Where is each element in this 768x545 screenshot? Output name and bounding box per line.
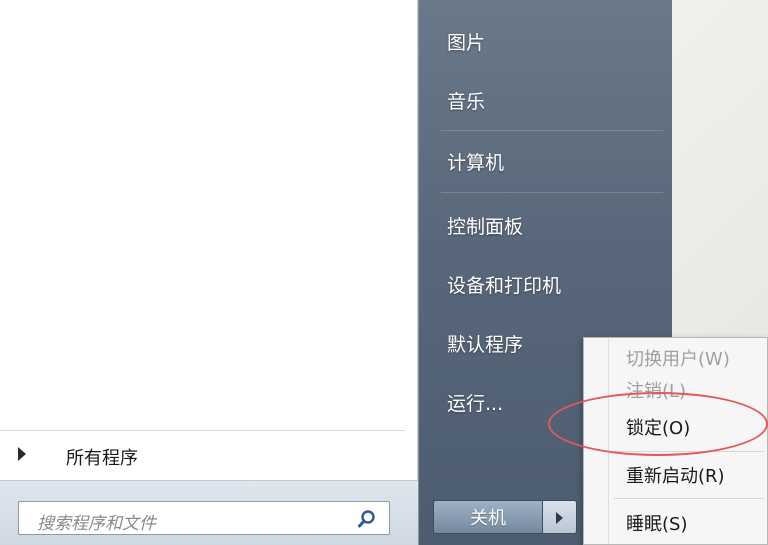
menu-item-pictures[interactable]: 图片 <box>447 28 485 55</box>
search-input[interactable]: 搜索程序和文件 <box>18 501 390 535</box>
menu-separator <box>441 130 663 131</box>
menu-item-computer[interactable]: 计算机 <box>447 148 504 175</box>
all-programs-button[interactable]: 所有程序 <box>0 430 405 478</box>
power-submenu: 切换用户(W) 注销(L) 锁定(O) 重新启动(R) 睡眠(S) <box>583 337 768 545</box>
shutdown-label: 关机 <box>470 508 506 529</box>
chevron-right-icon <box>556 512 563 524</box>
submenu-item-switch-user[interactable]: 切换用户(W) <box>626 345 730 371</box>
shutdown-options-button[interactable] <box>543 500 577 534</box>
all-programs-label: 所有程序 <box>66 448 138 469</box>
magnifier-icon[interactable] <box>357 509 377 529</box>
search-band: 搜索程序和文件 <box>0 480 418 545</box>
start-menu-programs-pane: 所有程序 搜索程序和文件 <box>0 0 418 545</box>
menu-item-run[interactable]: 运行... <box>447 389 503 416</box>
search-placeholder: 搜索程序和文件 <box>37 514 156 534</box>
menu-item-control-panel[interactable]: 控制面板 <box>447 212 523 239</box>
submenu-item-restart[interactable]: 重新启动(R) <box>626 462 725 488</box>
shutdown-button[interactable]: 关机 <box>433 500 543 534</box>
submenu-gutter <box>608 338 609 544</box>
submenu-separator <box>614 451 764 452</box>
submenu-item-sleep[interactable]: 睡眠(S) <box>626 510 687 536</box>
menu-separator <box>441 192 663 193</box>
menu-item-default-programs[interactable]: 默认程序 <box>447 330 523 357</box>
menu-item-music[interactable]: 音乐 <box>447 87 485 114</box>
submenu-item-lock[interactable]: 锁定(O) <box>626 414 690 440</box>
submenu-item-log-off[interactable]: 注销(L) <box>626 377 686 403</box>
triangle-right-icon <box>18 447 26 461</box>
submenu-separator <box>614 498 764 499</box>
menu-item-devices-printers[interactable]: 设备和打印机 <box>447 271 561 298</box>
